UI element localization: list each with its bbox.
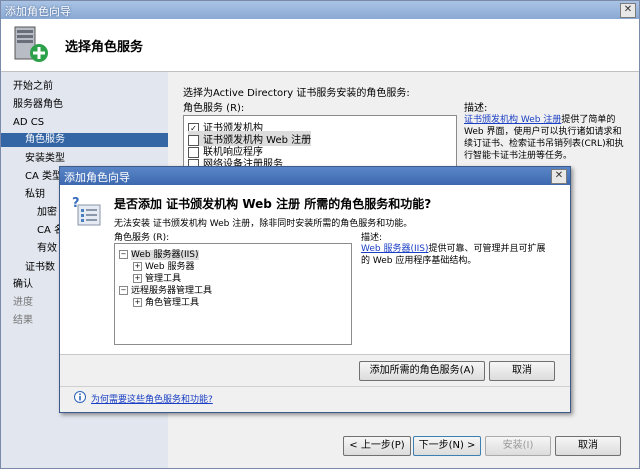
nav-role-services[interactable]: 角色服务 — [1, 133, 168, 147]
expand-icon[interactable]: + — [133, 262, 142, 271]
dialog-subtitle: 无法安装 证书颁发机构 Web 注册，除非同时安装所需的角色服务和功能。 — [114, 219, 413, 229]
dialog-title-bar: 添加角色向导 ✕ — [60, 167, 570, 185]
roles-label: 角色服务 (R): — [183, 103, 245, 114]
title-bar: 添加角色向导 ✕ — [1, 1, 639, 19]
add-role-dialog: 添加角色向导 ✕ ? 是否添加 证书颁发机构 Web 注册 所需的角色服务和功能… — [59, 166, 571, 413]
install-button: 安装(I) — [485, 436, 551, 456]
desc-label: 描述: — [464, 103, 488, 114]
cancel-button[interactable]: 取消 — [555, 436, 621, 456]
info-icon — [74, 391, 86, 403]
dialog-desc-body: Web 服务器(IIS)提供可靠、可管理并且可扩展的 Web 应用程序基础结构。 — [361, 244, 546, 266]
prev-button[interactable]: < 上一步(P) — [343, 436, 411, 456]
collapse-icon[interactable]: − — [119, 286, 128, 295]
close-icon[interactable]: ✕ — [620, 3, 636, 18]
desc-body: 证书颁发机构 Web 注册提供了简单的 Web 界面，使用户可以执行诸如请求和续… — [464, 115, 624, 161]
nav-before-begin[interactable]: 开始之前 — [13, 80, 163, 94]
dialog-title: 添加角色向导 — [64, 171, 130, 184]
question-icon: ? — [72, 196, 101, 226]
collapse-icon[interactable]: − — [119, 250, 128, 259]
help-link[interactable]: 为何需要这些角色服务和功能? — [91, 392, 213, 405]
nav-setup-type[interactable]: 安装类型 — [25, 152, 163, 166]
dialog-roles-label: 角色服务 (R): — [114, 233, 170, 243]
expand-icon[interactable]: + — [133, 274, 142, 283]
desc-link[interactable]: 证书颁发机构 Web 注册 — [464, 115, 561, 125]
nav-server-roles[interactable]: 服务器角色 — [13, 98, 163, 112]
close-icon[interactable]: ✕ — [551, 169, 567, 184]
dialog-desc-link[interactable]: Web 服务器(IIS) — [361, 244, 429, 254]
next-button[interactable]: 下一步(N) > — [413, 436, 481, 456]
footer-divider — [60, 386, 570, 387]
dialog-question: 是否添加 证书颁发机构 Web 注册 所需的角色服务和功能? — [114, 197, 432, 211]
required-tree[interactable]: − Web 服务器(IIS) + Web 服务器 + 管理工具 − 远程服务器管理工具 … — [114, 243, 352, 345]
tree-item-role-admin[interactable]: + 角色管理工具 — [133, 295, 199, 308]
dialog-cancel-button[interactable]: 取消 — [489, 361, 555, 381]
instruction-text: 选择为Active Directory 证书服务安装的角色服务: — [183, 88, 410, 99]
dialog-footer: 添加所需的角色服务(A) 取消 为何需要这些角色服务和功能? — [60, 354, 570, 412]
svg-text:?: ? — [72, 196, 80, 211]
expand-icon[interactable]: + — [133, 298, 142, 307]
server-add-icon — [14, 26, 48, 62]
role-services-list[interactable]: ✓ 证书颁发机构 证书颁发机构 Web 注册 联机响应程序 网络设备注册服务 — [183, 115, 457, 167]
page-title: 选择角色服务 — [65, 40, 144, 55]
window-title: 添加角色向导 — [5, 5, 71, 18]
nav-ad-cs[interactable]: AD CS — [13, 116, 163, 130]
add-required-button[interactable]: 添加所需的角色服务(A) — [359, 361, 485, 381]
dialog-desc-label: 描述: — [361, 233, 383, 243]
wizard-header: 选择角色服务 — [1, 19, 639, 72]
